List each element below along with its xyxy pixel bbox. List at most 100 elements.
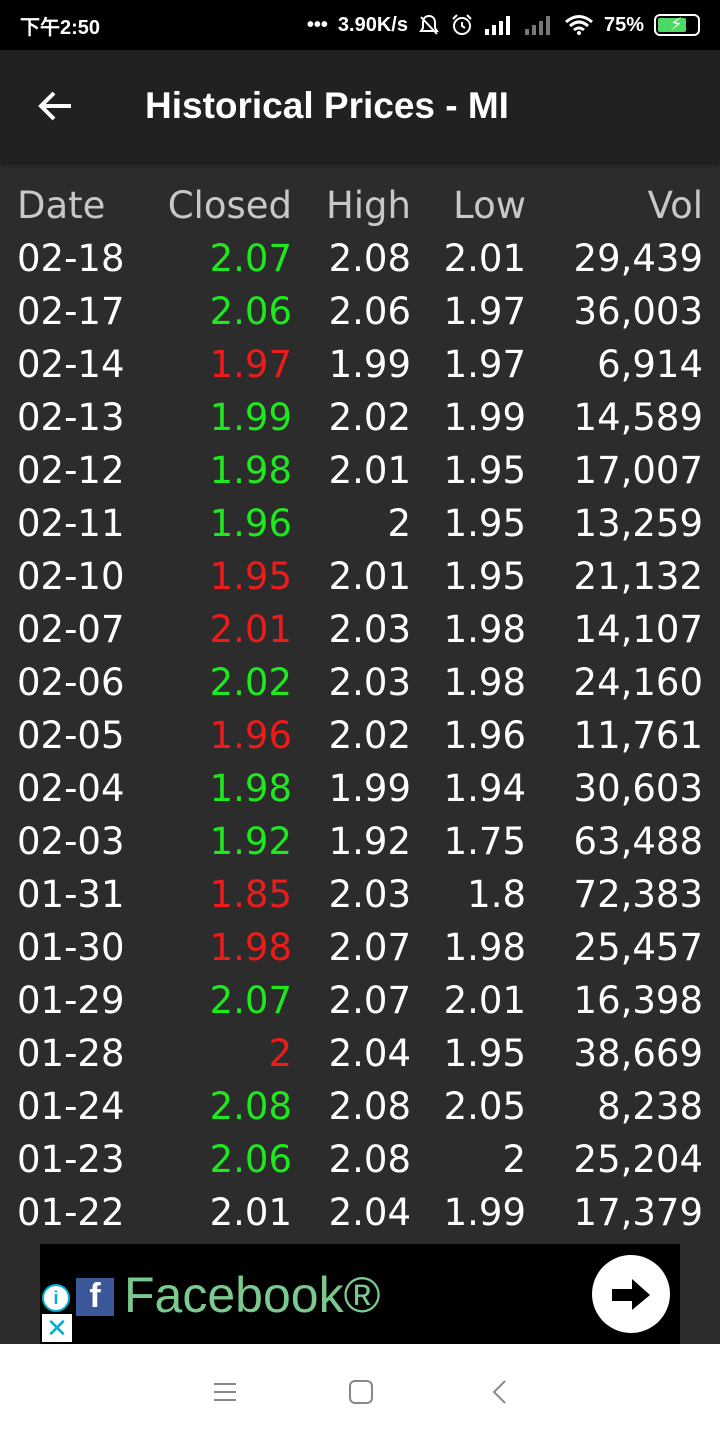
cell-vol: 36,003 (573, 290, 703, 333)
table-header: Date Closed High Low Vol (0, 180, 720, 233)
table-row: 02-07 2.01 2.03 1.98 14,107 (0, 604, 720, 657)
cell-closed: 2.07 (209, 979, 292, 1022)
cell-high: 1.92 (328, 820, 411, 863)
cell-low: 1.75 (443, 820, 526, 863)
status-icons: ••• 3.90K/s 75% ⚡ (307, 13, 700, 37)
signal-icon (484, 15, 514, 35)
cell-low: 1.99 (443, 1191, 526, 1234)
cell-date: 02-06 (17, 661, 125, 704)
cell-high: 2.08 (328, 1138, 411, 1181)
cell-date: 02-04 (17, 767, 125, 810)
cell-high: 2.03 (328, 661, 411, 704)
ad-banner[interactable]: i ✕ f Facebook® (40, 1244, 680, 1344)
header-vol: Vol (647, 184, 703, 227)
table-row: 02-04 1.98 1.99 1.94 30,603 (0, 763, 720, 816)
cell-closed: 1.95 (209, 555, 292, 598)
table-row: 02-14 1.97 1.99 1.97 6,914 (0, 339, 720, 392)
system-nav-bar (0, 1344, 720, 1440)
page-title: Historical Prices - MI (145, 85, 509, 126)
cell-date: 01-23 (17, 1138, 125, 1181)
mute-bell-icon (418, 14, 440, 36)
cell-date: 02-14 (17, 343, 125, 386)
cell-vol: 17,007 (573, 449, 703, 492)
battery-percent: 75% (603, 13, 644, 36)
cell-vol: 16,398 (573, 979, 703, 1022)
table-row: 02-11 1.96 2 1.95 13,259 (0, 498, 720, 551)
cell-date: 01-22 (17, 1191, 125, 1234)
cell-closed: 1.97 (209, 343, 292, 386)
cell-date: 02-03 (17, 820, 125, 863)
cell-vol: 6,914 (597, 343, 703, 386)
cell-closed: 2.08 (209, 1085, 292, 1128)
cell-vol: 24,160 (573, 661, 703, 704)
cell-low: 1.98 (443, 608, 526, 651)
cell-date: 02-05 (17, 714, 125, 757)
back-button[interactable] (0, 50, 112, 162)
cell-date: 01-28 (17, 1032, 125, 1075)
cell-closed: 2.06 (209, 290, 292, 333)
cell-vol: 29,439 (573, 237, 703, 280)
cell-closed: 1.92 (209, 820, 292, 863)
table-row: 02-10 1.95 2.01 1.95 21,132 (0, 551, 720, 604)
cell-vol: 14,107 (573, 608, 703, 651)
status-dots: ••• (306, 13, 328, 36)
cell-date: 01-29 (17, 979, 125, 1022)
signal-weak-icon (524, 15, 554, 35)
cell-high: 1.99 (328, 343, 411, 386)
cell-high: 2.02 (328, 714, 411, 757)
info-icon[interactable]: i (42, 1284, 70, 1312)
cell-date: 02-18 (17, 237, 125, 280)
close-icon[interactable]: ✕ (42, 1313, 72, 1343)
cell-high: 2.08 (328, 1085, 411, 1128)
cell-low: 1.95 (443, 555, 526, 598)
cell-vol: 25,457 (573, 926, 703, 969)
cell-high: 2.02 (328, 396, 411, 439)
cell-high: 2 (387, 502, 411, 545)
cell-vol: 11,761 (573, 714, 703, 757)
cell-closed: 1.99 (209, 396, 292, 439)
cell-date: 02-11 (17, 502, 125, 545)
table-row: 01-28 2 2.04 1.95 38,669 (0, 1028, 720, 1081)
arrow-left-icon (38, 91, 71, 121)
cell-closed: 2.06 (209, 1138, 292, 1181)
cell-vol: 17,379 (573, 1191, 703, 1234)
cell-closed: 1.98 (209, 449, 292, 492)
cell-closed: 2.07 (209, 237, 292, 280)
prices-table: Date Closed High Low Vol 02-18 2.07 2.08 2.… (0, 180, 720, 1240)
header-high: High (325, 184, 411, 227)
cell-vol: 63,488 (573, 820, 703, 863)
cell-low: 1.98 (443, 926, 526, 969)
cell-vol: 13,259 (573, 502, 703, 545)
facebook-logo-icon: f (76, 1278, 114, 1316)
table-row: 01-22 2.01 2.04 1.99 17,379 (0, 1187, 720, 1240)
header-closed: Closed (167, 184, 292, 227)
table-row: 02-05 1.96 2.02 1.96 11,761 (0, 710, 720, 763)
cell-vol: 21,132 (573, 555, 703, 598)
cell-closed: 1.98 (209, 767, 292, 810)
cell-closed: 2.01 (209, 1191, 292, 1234)
home-square-icon[interactable] (341, 1372, 381, 1412)
cell-high: 2.07 (328, 979, 411, 1022)
cell-date: 02-12 (17, 449, 125, 492)
cell-closed: 2.02 (209, 661, 292, 704)
cell-high: 2.06 (328, 290, 411, 333)
cell-date: 01-24 (17, 1085, 125, 1128)
cell-high: 2.07 (328, 926, 411, 969)
cell-high: 2.03 (328, 873, 411, 916)
network-speed: 3.90K/s (337, 13, 408, 36)
cell-low: 2.05 (443, 1085, 526, 1128)
cell-low: 1.96 (443, 714, 526, 757)
cell-high: 2.01 (328, 555, 411, 598)
cell-closed: 1.96 (209, 714, 292, 757)
table-row: 01-23 2.06 2.08 2 25,204 (0, 1134, 720, 1187)
cell-vol: 8,238 (597, 1085, 703, 1128)
menu-icon[interactable] (205, 1372, 245, 1412)
cell-date: 02-10 (17, 555, 125, 598)
table-row: 02-12 1.98 2.01 1.95 17,007 (0, 445, 720, 498)
back-chevron-icon[interactable] (480, 1372, 520, 1412)
table-row: 01-30 1.98 2.07 1.98 25,457 (0, 922, 720, 975)
table-row: 02-06 2.02 2.03 1.98 24,160 (0, 657, 720, 710)
table-row: 02-18 2.07 2.08 2.01 29,439 (0, 233, 720, 286)
table-row: 02-13 1.99 2.02 1.99 14,589 (0, 392, 720, 445)
ad-go-button[interactable] (592, 1255, 670, 1333)
